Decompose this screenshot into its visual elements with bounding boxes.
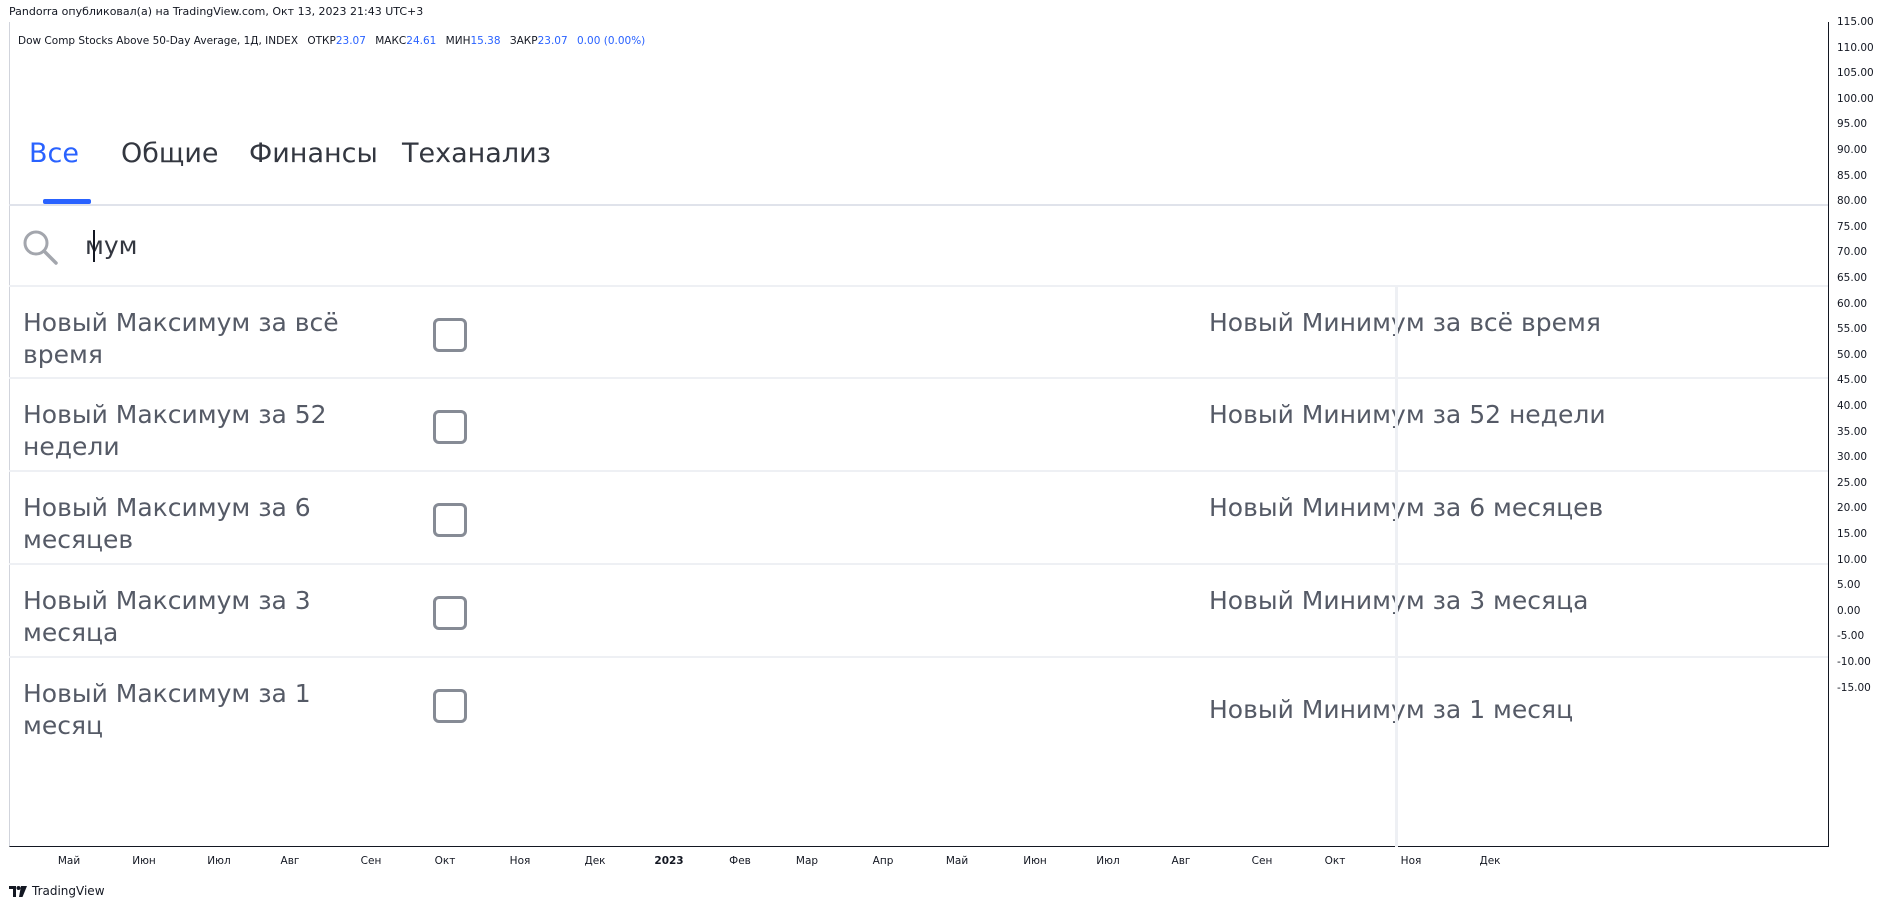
search-input[interactable] <box>85 222 685 268</box>
search-icon <box>23 230 58 265</box>
time-tick-label: Май <box>945 855 969 867</box>
time-tick-label: Май <box>57 855 81 867</box>
time-tick-label: Ноя <box>509 855 531 867</box>
footer-brand-text: TradingView <box>32 884 105 898</box>
price-tick-label: 85.00 <box>1837 169 1868 182</box>
time-tick-label: Сен <box>1251 855 1273 867</box>
filter-label-right[interactable]: Новый Минимум за всё время <box>1209 307 1609 339</box>
time-tick-label: Сен <box>360 855 382 867</box>
price-axis[interactable]: 115.00 110.00 105.00 100.00 95.00 90.00 85.00 8… <box>1828 16 1891 847</box>
filter-checkbox[interactable] <box>433 503 467 537</box>
filter-label-right[interactable]: Новый Минимум за 52 недели <box>1209 399 1609 431</box>
price-tick-label: 105.00 <box>1837 67 1874 80</box>
legend-open-value: 23.07 <box>335 35 366 47</box>
footer-brand: TradingView <box>9 884 105 898</box>
price-tick-label: 95.00 <box>1837 118 1868 131</box>
price-tick-label: 15.00 <box>1837 528 1868 540</box>
price-tick-label: 110.00 <box>1837 41 1874 54</box>
price-tick-label: 115.00 <box>1837 16 1874 28</box>
filter-label-right[interactable]: Новый Минимум за 6 месяцев <box>1209 492 1609 524</box>
filter-label-left: Новый Максимум за 52 недели <box>23 400 327 461</box>
legend-change: 0.00 (0.00%) <box>577 35 646 47</box>
tab-general[interactable]: Общие <box>121 138 219 169</box>
time-tick-label: 2023 <box>654 855 684 867</box>
price-tick-label: -15.00 <box>1837 681 1871 694</box>
price-tick-label: 100.00 <box>1837 92 1874 105</box>
filter-checkbox[interactable] <box>433 689 467 723</box>
filter-label-left: Новый Максимум за 6 месяцев <box>23 493 311 554</box>
filter-label-right[interactable]: Новый Минимум за 3 месяца <box>1209 585 1609 617</box>
price-tick-label: 10.00 <box>1837 553 1868 566</box>
price-tick-label: 65.00 <box>1837 272 1868 284</box>
time-tick-label: Дек <box>1479 855 1501 867</box>
time-tick-label: Фев <box>729 855 751 867</box>
price-tick-label: 80.00 <box>1837 195 1868 208</box>
filter-checkbox[interactable] <box>433 596 467 630</box>
legend-close-label: ЗАКР <box>509 35 538 47</box>
price-tick-label: 90.00 <box>1837 144 1868 156</box>
column-divider <box>1395 285 1398 847</box>
price-tick-label: 45.00 <box>1837 374 1868 387</box>
tab-all[interactable]: Все <box>29 138 79 169</box>
price-tick-label: 20.00 <box>1837 502 1868 515</box>
tab-finance[interactable]: Финансы <box>249 138 378 169</box>
legend-low-value: 15.38 <box>470 35 501 47</box>
text-caret <box>93 230 95 262</box>
time-axis[interactable]: Май Июн Июл Авг Сен Окт Ноя Дек 2023 Фев Мар Апр Май… <box>9 847 1828 875</box>
time-tick-label: Июн <box>132 855 156 867</box>
price-tick-label: 0.00 <box>1837 604 1861 617</box>
time-tick-label: Апр <box>872 855 894 867</box>
filter-label-left: Новый Максимум за 1 месяц <box>23 679 311 740</box>
price-tick-label: -10.00 <box>1837 656 1871 668</box>
time-tick-label: Авг <box>1171 855 1191 867</box>
filter-list: Новый Максимум за всё время Новый Миниму… <box>9 285 1828 847</box>
filter-label-left: Новый Максимум за всё время <box>23 308 339 369</box>
legend-close-value: 23.07 <box>537 35 568 47</box>
legend-open-label: ОТКР <box>307 35 336 47</box>
legend-high-value: 24.61 <box>406 35 437 47</box>
search-row <box>9 206 1828 286</box>
time-tick-label: Дек <box>584 855 606 867</box>
filter-label-left: Новый Максимум за 3 месяца <box>23 586 311 647</box>
time-tick-label: Июн <box>1023 855 1047 867</box>
time-tick-label: Окт <box>1324 855 1346 867</box>
filter-checkbox[interactable] <box>433 410 467 444</box>
price-tick-label: 55.00 <box>1837 323 1868 336</box>
filter-checkbox[interactable] <box>433 318 467 352</box>
price-tick-label: 35.00 <box>1837 425 1868 438</box>
legend-symbol: Dow Comp Stocks Above 50-Day Average, 1Д… <box>18 35 299 47</box>
price-tick-label: -5.00 <box>1837 630 1865 643</box>
price-tick-label: 40.00 <box>1837 400 1868 412</box>
legend-low-label: МИН <box>445 35 471 47</box>
tab-technical[interactable]: Теханализ <box>402 138 551 169</box>
list-item: Новый Максимум за 1 месяц Новый Минимум … <box>9 656 1828 847</box>
time-tick-label: Окт <box>434 855 456 867</box>
published-header: Pandorra опубликовал(а) на TradingView.c… <box>9 5 424 18</box>
time-tick-label: Мар <box>795 855 819 867</box>
price-tick-label: 60.00 <box>1837 297 1868 310</box>
price-tick-label: 75.00 <box>1837 220 1868 233</box>
filter-label-right[interactable]: Новый Минимум за 1 месяц <box>1209 694 1629 726</box>
symbol-legend: Dow Comp Stocks Above 50-Day Average, 1Д… <box>18 35 645 47</box>
time-tick-label: Июл <box>1096 855 1120 867</box>
price-tick-label: 30.00 <box>1837 451 1868 464</box>
time-tick-label: Авг <box>280 855 300 867</box>
legend-high-label: МАКС <box>375 35 407 47</box>
price-tick-label: 70.00 <box>1837 246 1868 259</box>
category-tabs: Все Общие Финансы Теханализ <box>9 110 1828 206</box>
price-tick-label: 5.00 <box>1837 579 1861 592</box>
price-tick-label: 50.00 <box>1837 348 1868 361</box>
price-tick-label: 25.00 <box>1837 476 1868 489</box>
tradingview-logo-icon <box>9 885 27 897</box>
time-tick-label: Июл <box>207 855 231 867</box>
time-tick-label: Ноя <box>1400 855 1422 867</box>
